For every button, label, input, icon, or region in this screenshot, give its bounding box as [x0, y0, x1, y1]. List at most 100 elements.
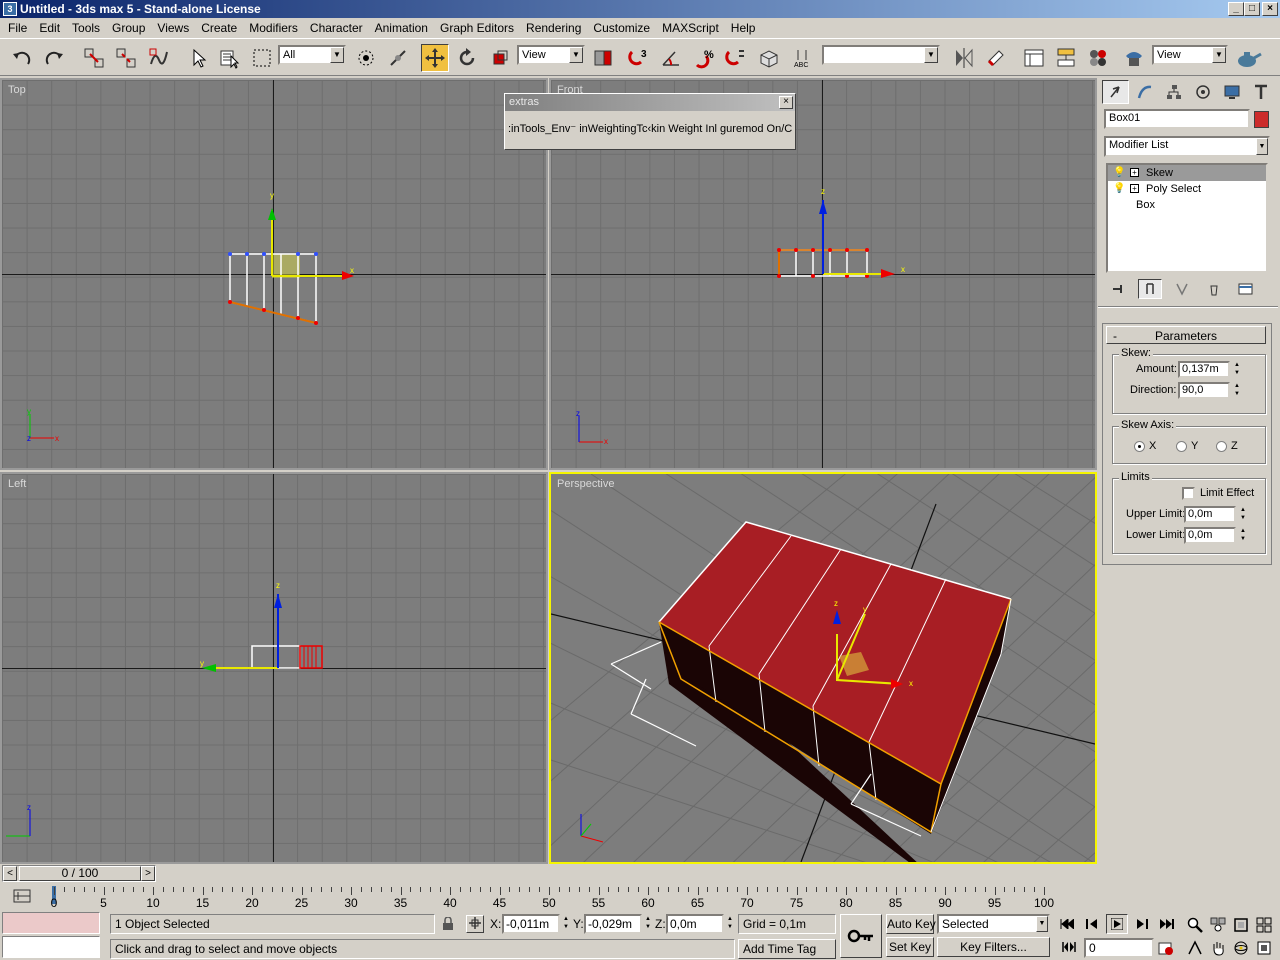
- select-rotate-icon[interactable]: [453, 44, 481, 72]
- upper-limit-spinner[interactable]: ▲ ▼: [1238, 506, 1248, 523]
- modifier-list-dropdown[interactable]: Modifier List ▼: [1104, 136, 1270, 157]
- y-coord-spinner[interactable]: ▲ ▼: [643, 915, 653, 933]
- track-view-icon[interactable]: [1020, 44, 1048, 72]
- zoom-extents-icon[interactable]: [1230, 914, 1252, 936]
- configure-modifier-sets-icon[interactable]: [1234, 279, 1258, 299]
- extras-toolbar-text[interactable]: :inTools_Env⁻ inWeightingTc‹kin Weight I…: [508, 122, 792, 135]
- material-editor-icon[interactable]: [1084, 44, 1112, 72]
- absolute-mode-transform-icon[interactable]: [466, 915, 484, 933]
- menu-animation[interactable]: Animation: [369, 18, 434, 38]
- maxscript-input-mini[interactable]: [2, 936, 100, 958]
- next-frame-button[interactable]: >: [141, 866, 155, 881]
- bind-spacewarp-icon[interactable]: [145, 44, 173, 72]
- viewport-top[interactable]: Top x y xyz: [0, 78, 548, 470]
- pivot-center-icon[interactable]: [589, 44, 617, 72]
- display-tab-icon[interactable]: [1218, 80, 1245, 104]
- direction-field[interactable]: 90,0: [1178, 382, 1230, 399]
- close-button[interactable]: ×: [1262, 2, 1278, 16]
- z-coord-spinner[interactable]: ▲ ▼: [725, 915, 735, 933]
- lower-limit-field[interactable]: 0,0m: [1184, 527, 1236, 544]
- manipulate-icon[interactable]: [384, 44, 412, 72]
- select-move-icon[interactable]: [421, 44, 449, 72]
- x-coord-field[interactable]: -0,011m: [502, 914, 560, 934]
- viewport-label-perspective[interactable]: Perspective: [557, 478, 614, 490]
- auto-key-button[interactable]: Auto Key: [886, 914, 936, 934]
- prev-frame-button[interactable]: <: [3, 866, 17, 881]
- menu-maxscript[interactable]: MAXScript: [656, 18, 725, 38]
- percent-snap-icon[interactable]: %: [690, 44, 718, 72]
- menu-character[interactable]: Character: [304, 18, 369, 38]
- direction-spinner[interactable]: ▲ ▼: [1232, 382, 1242, 399]
- x-coord-spinner[interactable]: ▲ ▼: [561, 915, 571, 933]
- menu-edit[interactable]: Edit: [33, 18, 66, 38]
- menu-views[interactable]: Views: [151, 18, 195, 38]
- angle-snap-icon[interactable]: [657, 44, 685, 72]
- viewport-perspective[interactable]: z y x Perspective: [549, 472, 1097, 864]
- select-link-icon[interactable]: [80, 44, 108, 72]
- utilities-tab-icon[interactable]: [1247, 80, 1274, 104]
- object-color-swatch[interactable]: [1254, 111, 1269, 128]
- y-coord-field[interactable]: -0,029m: [584, 914, 642, 934]
- create-tab-icon[interactable]: [1102, 80, 1129, 104]
- rectangle-region-icon[interactable]: [248, 44, 276, 72]
- track-bar[interactable]: 0 5 10 15 20 25 30 35 40 45 50 55 60 65 70 75 80 85 90 95 10…: [0, 883, 1100, 910]
- named-selection-dropdown[interactable]: ▼: [822, 45, 940, 65]
- menu-create[interactable]: Create: [195, 18, 243, 38]
- minimize-button[interactable]: _: [1228, 2, 1244, 16]
- snap-3d-icon[interactable]: 3: [625, 44, 653, 72]
- field-of-view-icon[interactable]: [1184, 937, 1206, 959]
- select-object-icon[interactable]: [184, 44, 212, 72]
- motion-tab-icon[interactable]: [1189, 80, 1216, 104]
- render-scene-icon[interactable]: [1120, 44, 1148, 72]
- extras-title[interactable]: extras: [505, 94, 795, 111]
- maxscript-listener-mini[interactable]: [2, 912, 100, 934]
- key-filters-button[interactable]: Key Filters...: [937, 937, 1050, 957]
- pan-hand-icon[interactable]: [1207, 937, 1229, 959]
- object-name-field[interactable]: Box01: [1104, 109, 1250, 129]
- amount-spinner[interactable]: ▲ ▼: [1232, 361, 1242, 378]
- ref-coord-dropdown[interactable]: View ▼: [517, 45, 585, 65]
- zoom-extents-all-icon[interactable]: [1253, 914, 1275, 936]
- pin-stack-icon[interactable]: [1106, 279, 1130, 299]
- frame-counter[interactable]: 0 / 100: [19, 866, 141, 881]
- named-selection-sets-icon[interactable]: ABC: [790, 44, 818, 72]
- viewport-left[interactable]: Left y z z: [0, 472, 548, 864]
- spinner-snap-icon[interactable]: [722, 44, 750, 72]
- menu-customize[interactable]: Customize: [587, 18, 656, 38]
- mirror-icon[interactable]: [950, 44, 978, 72]
- quick-render-icon[interactable]: [1234, 44, 1262, 72]
- key-mode-dropdown[interactable]: Selected ▼: [937, 914, 1050, 934]
- expand-icon[interactable]: +: [1130, 168, 1139, 177]
- axis-x-radio[interactable]: X: [1134, 440, 1156, 452]
- redo-icon[interactable]: [40, 44, 68, 72]
- go-to-start-icon[interactable]: [1056, 914, 1078, 934]
- window-crossing-icon[interactable]: [352, 44, 380, 72]
- amount-field[interactable]: 0,137m: [1178, 361, 1230, 378]
- time-configuration-icon[interactable]: [1156, 938, 1176, 958]
- menu-graph-editors[interactable]: Graph Editors: [434, 18, 520, 38]
- menu-modifiers[interactable]: Modifiers: [243, 18, 304, 38]
- schematic-view-icon[interactable]: [1052, 44, 1080, 72]
- show-end-result-icon[interactable]: [1138, 279, 1162, 299]
- render-type-dropdown[interactable]: View ▼: [1152, 45, 1228, 65]
- menu-help[interactable]: Help: [725, 18, 762, 38]
- arc-rotate-icon[interactable]: [1230, 937, 1252, 959]
- previous-frame-icon[interactable]: [1081, 914, 1103, 934]
- menu-file[interactable]: File: [2, 18, 33, 38]
- unlink-icon[interactable]: [112, 44, 140, 72]
- maximize-button[interactable]: □: [1244, 2, 1260, 16]
- go-to-end-icon[interactable]: [1156, 914, 1178, 934]
- limit-effect-checkbox[interactable]: [1182, 487, 1195, 500]
- current-frame-field[interactable]: 0: [1084, 938, 1154, 958]
- axis-y-radio[interactable]: Y: [1176, 440, 1198, 452]
- lock-selection-icon[interactable]: [440, 916, 456, 932]
- menu-tools[interactable]: Tools: [66, 18, 106, 38]
- lower-limit-spinner[interactable]: ▲ ▼: [1238, 527, 1248, 544]
- zoom-icon[interactable]: [1184, 914, 1206, 936]
- stack-item-box[interactable]: Box: [1108, 197, 1266, 213]
- z-coord-field[interactable]: 0,0m: [666, 914, 724, 934]
- select-scale-icon[interactable]: [486, 44, 514, 72]
- next-frame-icon[interactable]: [1131, 914, 1153, 934]
- select-by-name-icon[interactable]: [215, 44, 243, 72]
- stack-item-poly-select[interactable]: 💡 + Poly Select: [1108, 181, 1266, 197]
